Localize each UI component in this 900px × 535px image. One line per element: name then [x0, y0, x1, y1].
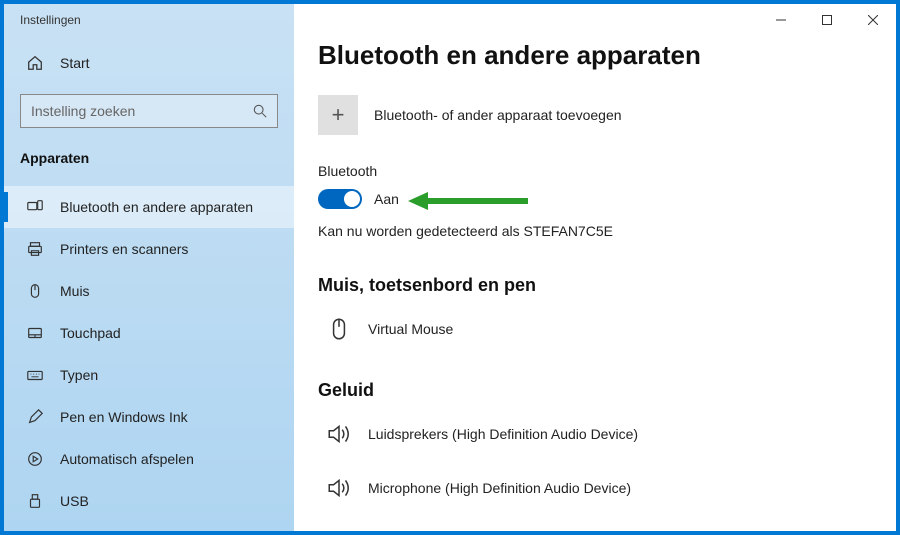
window-controls — [758, 4, 896, 36]
speaker-icon — [324, 419, 354, 449]
mouse-icon — [26, 282, 44, 300]
keyboard-icon — [26, 366, 44, 384]
add-device-label: Bluetooth- of ander apparaat toevoegen — [374, 107, 622, 123]
home-icon — [26, 54, 44, 72]
sidebar-item-pen[interactable]: Pen en Windows Ink — [4, 396, 294, 438]
sidebar-item-touchpad[interactable]: Touchpad — [4, 312, 294, 354]
mouse-icon — [324, 314, 354, 344]
detectable-text: Kan nu worden gedetecteerd als STEFAN7C5… — [318, 223, 862, 239]
section-heading-audio: Geluid — [318, 380, 862, 401]
device-row[interactable]: Virtual Mouse — [318, 308, 862, 362]
sidebar-item-label: Pen en Windows Ink — [60, 409, 188, 425]
bluetooth-toggle[interactable] — [318, 189, 362, 209]
home-label: Start — [60, 55, 90, 71]
touchpad-icon — [26, 324, 44, 342]
pen-icon — [26, 408, 44, 426]
search-icon — [253, 104, 267, 118]
sidebar-item-label: Printers en scanners — [60, 241, 188, 257]
sidebar-item-typing[interactable]: Typen — [4, 354, 294, 396]
plus-icon: + — [318, 95, 358, 135]
settings-window: Instellingen Start Apparaten — [4, 4, 896, 531]
maximize-icon — [822, 15, 832, 25]
bluetooth-toggle-label: Aan — [374, 191, 399, 207]
sidebar-item-label: Touchpad — [60, 325, 121, 341]
app-title: Instellingen — [4, 13, 81, 27]
add-device-button[interactable]: + Bluetooth- of ander apparaat toevoegen — [318, 95, 862, 135]
search-input[interactable] — [31, 103, 253, 119]
bluetooth-toggle-row: Aan — [318, 189, 862, 209]
main-content: Bluetooth en andere apparaten + Bluetoot… — [294, 4, 896, 531]
sidebar: Start Apparaten Bluetooth en andere appa… — [4, 4, 294, 531]
autoplay-icon — [26, 450, 44, 468]
device-row[interactable]: Microphone (High Definition Audio Device… — [318, 467, 862, 521]
device-label: Virtual Mouse — [368, 321, 453, 337]
close-button[interactable] — [850, 4, 896, 36]
section-heading-mkb: Muis, toetsenbord en pen — [318, 275, 862, 296]
device-label: Luidsprekers (High Definition Audio Devi… — [368, 426, 638, 442]
minimize-button[interactable] — [758, 4, 804, 36]
sidebar-nav: Bluetooth en andere apparaten Printers e… — [4, 186, 294, 522]
search-input-wrapper[interactable] — [20, 94, 278, 128]
page-title: Bluetooth en andere apparaten — [318, 40, 862, 71]
sidebar-item-label: Bluetooth en andere apparaten — [60, 199, 253, 215]
category-heading: Apparaten — [4, 136, 294, 180]
close-icon — [868, 15, 878, 25]
sidebar-item-label: Typen — [60, 367, 98, 383]
bluetooth-heading: Bluetooth — [318, 163, 862, 179]
sidebar-item-label: Automatisch afspelen — [60, 451, 194, 467]
sidebar-item-mouse[interactable]: Muis — [4, 270, 294, 312]
usb-icon — [26, 492, 44, 510]
printer-icon — [26, 240, 44, 258]
device-label: Microphone (High Definition Audio Device… — [368, 480, 631, 496]
devices-icon — [26, 198, 44, 216]
speaker-icon — [324, 473, 354, 503]
annotation-arrow-icon — [408, 189, 528, 213]
minimize-icon — [776, 15, 786, 25]
maximize-button[interactable] — [804, 4, 850, 36]
sidebar-item-usb[interactable]: USB — [4, 480, 294, 522]
device-row[interactable]: Luidsprekers (High Definition Audio Devi… — [318, 413, 862, 467]
sidebar-item-label: Muis — [60, 283, 90, 299]
titlebar: Instellingen — [4, 4, 896, 36]
sidebar-item-autoplay[interactable]: Automatisch afspelen — [4, 438, 294, 480]
sidebar-item-label: USB — [60, 493, 89, 509]
home-button[interactable]: Start — [4, 36, 294, 90]
sidebar-item-printers[interactable]: Printers en scanners — [4, 228, 294, 270]
sidebar-item-bluetooth[interactable]: Bluetooth en andere apparaten — [4, 186, 294, 228]
